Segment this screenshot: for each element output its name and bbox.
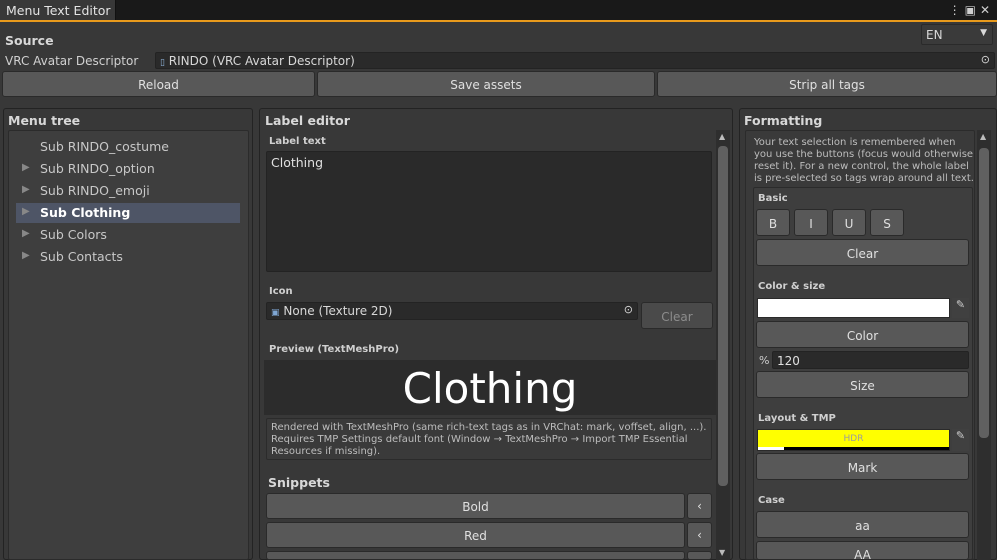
snippet-red-button[interactable]: Red [266, 522, 685, 548]
alpha-bar-black [784, 447, 949, 450]
mark-button[interactable]: Mark [756, 453, 969, 480]
preview-note: Rendered with TextMeshPro (same rich-tex… [266, 418, 712, 460]
scrollbar-thumb[interactable] [718, 146, 728, 486]
icon-title: Icon [269, 286, 293, 297]
color-size-title: Color & size [758, 281, 826, 292]
alpha-bar-white [758, 447, 784, 450]
label-text-area[interactable]: Clothing [266, 151, 712, 272]
descriptor-object-field[interactable]: ▯ RINDO (VRC Avatar Descriptor) ⊙ [155, 52, 995, 69]
snippet-button-partial[interactable] [266, 551, 685, 560]
tmp-preview-area: Clothing [264, 360, 716, 415]
snippet-bold-button[interactable]: Bold [266, 493, 685, 519]
tree-item-prefix: Sub [40, 205, 67, 220]
scroll-down-icon[interactable]: ▼ [719, 548, 725, 557]
tree-item-contacts[interactable]: ▶ Sub Contacts [22, 247, 240, 267]
tree-item-prefix: Sub [40, 227, 64, 242]
expand-arrow-icon[interactable]: ▶ [22, 228, 30, 239]
strikethrough-button[interactable]: S [870, 209, 904, 236]
tree-item-rindo-emoji[interactable]: ▶ Sub RINDO_emoji [22, 181, 240, 201]
tree-item-colors[interactable]: ▶ Sub Colors [22, 225, 240, 245]
object-picker-icon[interactable]: ⊙ [624, 303, 633, 316]
tree-item-prefix: Sub [40, 139, 64, 154]
tree-item-label: Clothing [71, 205, 131, 220]
uppercase-button[interactable]: AA [756, 541, 969, 560]
eyedropper-icon[interactable]: ✎ [952, 298, 969, 318]
strip-tags-button[interactable]: Strip all tags [657, 71, 997, 97]
formatting-scrollbar[interactable]: ▲ [977, 130, 991, 560]
label-editor-header: Label editor [265, 113, 350, 128]
reload-button[interactable]: Reload [2, 71, 315, 97]
descriptor-label: VRC Avatar Descriptor [5, 54, 139, 68]
size-button[interactable]: Size [756, 371, 969, 398]
descriptor-component-icon: ▯ [160, 58, 165, 68]
preview-title: Preview (TextMeshPro) [269, 344, 400, 355]
hdr-label: HDR [843, 434, 864, 444]
formatting-header: Formatting [744, 113, 823, 128]
more-options-icon[interactable]: ⋮ [949, 3, 965, 17]
tree-item-label: Colors [67, 227, 107, 242]
menu-tree-header: Menu tree [8, 113, 81, 128]
language-dropdown[interactable]: EN ▼ [921, 24, 993, 45]
chevron-down-icon: ▼ [980, 28, 987, 38]
underline-button[interactable]: U [832, 209, 866, 236]
color-swatch-field[interactable] [757, 298, 950, 318]
close-icon[interactable]: ✕ [980, 3, 994, 17]
scroll-up-icon[interactable]: ▲ [719, 132, 725, 141]
window-tab-bar: Menu Text Editor ⋮▣✕ [0, 0, 997, 22]
eyedropper-icon[interactable]: ✎ [952, 429, 969, 451]
tree-item-prefix: Sub [40, 183, 64, 198]
percent-label: % [759, 354, 770, 367]
tree-item-label: RINDO_emoji [67, 183, 150, 198]
italic-button[interactable]: I [794, 209, 828, 236]
mark-color-field[interactable]: HDR [757, 429, 950, 451]
object-picker-icon[interactable]: ⊙ [981, 53, 990, 66]
tree-item-rindo-option[interactable]: ▶ Sub RINDO_option [22, 159, 240, 179]
tree-item-prefix: Sub [40, 161, 64, 176]
texture-icon: ▣ [271, 308, 280, 318]
chevron-left-icon[interactable]: ‹ [687, 522, 712, 548]
language-value: EN [926, 28, 943, 42]
label-editor-scrollbar[interactable]: ▲ ▼ [716, 130, 730, 560]
save-assets-button[interactable]: Save assets [317, 71, 655, 97]
chevron-left-icon[interactable]: ‹ [687, 493, 712, 519]
tree-item-label: Contacts [67, 249, 123, 264]
expand-arrow-icon[interactable]: ▶ [22, 162, 30, 173]
expand-arrow-icon[interactable]: ▶ [22, 250, 30, 261]
window-tab[interactable]: Menu Text Editor [0, 0, 116, 20]
icon-value: None (Texture 2D) [283, 304, 393, 318]
descriptor-value: RINDO (VRC Avatar Descriptor) [168, 54, 355, 68]
tree-item-label: RINDO_costume [67, 139, 169, 154]
scroll-up-icon[interactable]: ▲ [980, 132, 986, 141]
snippet-arrow-partial[interactable] [687, 551, 712, 560]
preview-text: Clothing [402, 364, 578, 413]
tree-item-rindo-costume[interactable]: Sub RINDO_costume [22, 137, 240, 157]
basic-title: Basic [758, 193, 788, 204]
lowercase-button[interactable]: aa [756, 511, 969, 538]
expand-arrow-icon[interactable]: ▶ [22, 184, 30, 195]
layout-tmp-title: Layout & TMP [758, 413, 836, 424]
bold-button[interactable]: B [756, 209, 790, 236]
icon-object-field[interactable]: ▣ None (Texture 2D) ⊙ [266, 302, 638, 320]
size-percent-field[interactable]: 120 [772, 351, 969, 369]
snippets-title: Snippets [268, 475, 330, 490]
clear-formatting-button[interactable]: Clear [756, 239, 969, 266]
scrollbar-thumb[interactable] [979, 148, 989, 438]
case-title: Case [758, 495, 785, 506]
tree-item-clothing[interactable]: ▶ Sub Clothing [16, 203, 240, 223]
formatting-note: Your text selection is remembered when y… [754, 137, 974, 184]
window-controls: ⋮▣✕ [949, 3, 994, 17]
tree-item-label: RINDO_option [67, 161, 155, 176]
source-header: Source [5, 33, 54, 48]
tree-item-prefix: Sub [40, 249, 64, 264]
color-button[interactable]: Color [756, 321, 969, 348]
label-text-title: Label text [269, 136, 326, 147]
expand-arrow-icon[interactable]: ▶ [22, 206, 30, 217]
maximize-icon[interactable]: ▣ [965, 3, 980, 17]
icon-clear-button[interactable]: Clear [641, 302, 713, 329]
